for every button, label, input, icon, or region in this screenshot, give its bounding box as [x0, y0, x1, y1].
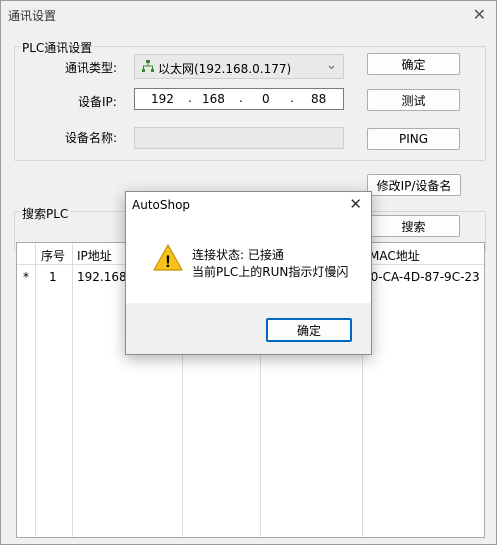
row-mac: 70-CA-4D-87-9C-23	[363, 270, 480, 284]
col-header-ip[interactable]: IP地址	[77, 247, 112, 264]
type-label: 通讯类型:	[65, 61, 118, 75]
type-value: 以太网(192.168.0.177)	[158, 62, 292, 76]
dialog-close-button[interactable]: ✕	[349, 195, 362, 213]
dialog-message-line1: 连接状态: 已接通	[192, 248, 284, 262]
dialog-title: AutoShop	[132, 198, 191, 212]
device-name-field[interactable]	[134, 127, 344, 149]
plc-settings-label: PLC通讯设置	[20, 39, 95, 56]
ip-input[interactable]: 192 . 168 . 0 . 88	[134, 88, 344, 110]
search-button[interactable]: 搜索	[367, 215, 460, 237]
ip-octet-3: 0	[262, 92, 270, 106]
confirm-button[interactable]: 确定	[367, 53, 460, 75]
row-ip: 192.168.	[77, 270, 131, 284]
ip-octet-1: 192	[151, 92, 174, 106]
window-close-button[interactable]: ✕	[473, 5, 486, 24]
col-divider	[35, 243, 36, 537]
warning-icon: !	[153, 244, 183, 271]
autoshop-dialog: AutoShop ✕ ! 连接状态: 已接通 当前PLC上的RUN指示灯慢闪 确…	[125, 191, 372, 355]
row-marker: *	[23, 270, 29, 284]
col-header-index[interactable]: 序号	[41, 247, 65, 264]
chevron-down-icon: ⌄	[326, 58, 337, 73]
ip-dot: .	[239, 91, 243, 105]
warning-mark: !	[165, 252, 171, 271]
ip-label: 设备IP:	[78, 95, 117, 109]
test-button[interactable]: 测试	[367, 89, 460, 111]
dialog-ok-button[interactable]: 确定	[266, 318, 352, 342]
ping-button[interactable]: PING	[367, 128, 460, 150]
settings-window: 通讯设置 ✕ PLC通讯设置 通讯类型: 以太网(192.168.0.177) …	[0, 0, 497, 545]
col-header-mac[interactable]: MAC地址	[369, 247, 420, 264]
search-plc-label: 搜索PLC	[20, 205, 71, 222]
modify-ip-button[interactable]: 修改IP/设备名	[367, 174, 461, 196]
type-select[interactable]: 以太网(192.168.0.177) ⌄	[134, 54, 344, 79]
device-name-label: 设备名称:	[65, 131, 118, 145]
ip-octet-2: 168	[202, 92, 225, 106]
col-divider	[72, 243, 73, 537]
ip-dot: .	[188, 91, 192, 105]
network-icon	[142, 60, 154, 72]
row-index: 1	[49, 270, 57, 284]
ip-octet-4: 88	[311, 92, 327, 106]
ip-dot: .	[290, 91, 294, 105]
dialog-body: ! 连接状态: 已接通 当前PLC上的RUN指示灯慢闪	[126, 217, 371, 303]
title-bar: 通讯设置 ✕	[1, 1, 496, 29]
window-title: 通讯设置	[8, 9, 57, 23]
dialog-message-line2: 当前PLC上的RUN指示灯慢闪	[192, 265, 349, 279]
